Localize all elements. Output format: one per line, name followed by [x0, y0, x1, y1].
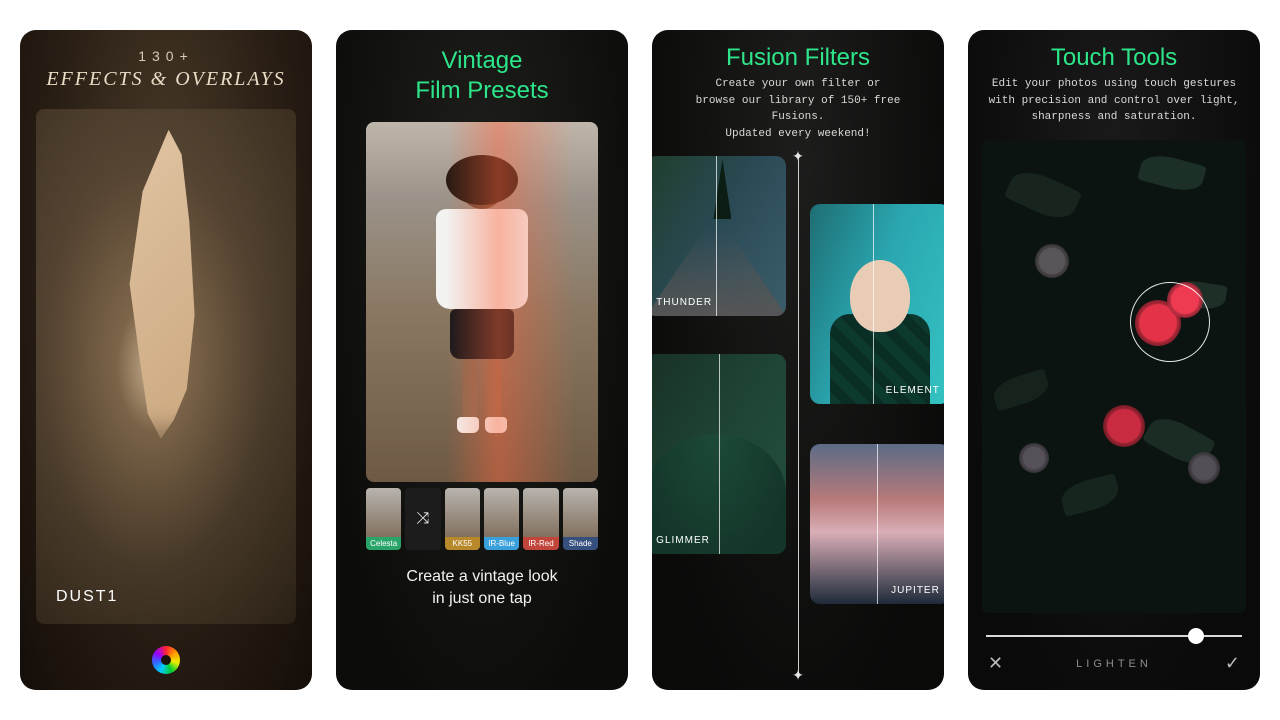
fusion-label: ELEMENT	[886, 385, 940, 396]
panel4-title: Touch Tools	[968, 30, 1260, 76]
preset-label: IR-Blue	[484, 537, 519, 550]
preset-thumbnail[interactable]: KK55	[445, 488, 480, 550]
fusion-card-element[interactable]: ELEMENT	[810, 204, 944, 404]
shuffle-button[interactable]: ⤨	[405, 488, 440, 550]
fusion-card-thunder[interactable]: THUNDER	[652, 156, 786, 316]
leaf-illustration	[1058, 473, 1122, 517]
preset-label: KK55	[445, 537, 480, 550]
shuffle-icon: ⤨	[417, 510, 430, 528]
flower-illustration	[1188, 452, 1220, 484]
preset-thumbnail-row: Celesta ⤨ KK55 IR-Blue IR-Red Shade	[366, 488, 598, 550]
panel1-header: 130+ EFFECTS & OVERLAYS	[20, 30, 312, 101]
preset-thumbnail[interactable]: IR-Blue	[484, 488, 519, 550]
app-logo-wrap	[20, 634, 312, 690]
color-wheel-icon	[152, 646, 180, 674]
sparkle-icon: ✦	[792, 667, 804, 684]
fusion-label: THUNDER	[656, 297, 712, 308]
panel3-title: Fusion Filters	[652, 30, 944, 76]
preset-thumbnail[interactable]: IR-Red	[523, 488, 558, 550]
flower-illustration	[1103, 405, 1145, 447]
panel2-title: VintageFilm Presets	[336, 30, 628, 118]
fusion-card-glimmer[interactable]: GLIMMER	[652, 354, 786, 554]
panel4-subtitle: Edit your photos using touch gestureswit…	[968, 76, 1260, 136]
light-leak-overlay	[447, 122, 575, 482]
effect-name-label: DUST1	[56, 588, 118, 606]
touch-preview-photo[interactable]	[982, 140, 1246, 614]
effects-overlays-panel: 130+ EFFECTS & OVERLAYS DUST1	[20, 30, 312, 690]
preset-thumbnail[interactable]: Celesta	[366, 488, 401, 550]
sparkle-icon: ✦	[792, 148, 804, 165]
leaf-illustration	[1004, 164, 1083, 226]
touch-tools-panel: Touch Tools Edit your photos using touch…	[968, 30, 1260, 690]
panel1-title: EFFECTS & OVERLAYS	[28, 68, 304, 91]
adjustment-slider[interactable]	[986, 635, 1242, 637]
preset-thumbnail[interactable]: Shade	[563, 488, 598, 550]
tool-mode-label: LIGHTEN	[1076, 658, 1152, 670]
touch-controls: ✕ LIGHTEN ✓	[968, 623, 1260, 690]
preset-preview-photo[interactable]	[366, 122, 598, 482]
preset-label: Celesta	[366, 537, 401, 550]
effect-preview-image[interactable]: DUST1	[36, 109, 296, 624]
selection-ring-icon[interactable]	[1130, 282, 1210, 362]
fusion-card-jupiter[interactable]: JUPITER	[810, 444, 944, 604]
fusion-filters-panel: Fusion Filters Create your own filter or…	[652, 30, 944, 690]
hand-illustration	[104, 130, 234, 439]
panel3-subtitle: Create your own filter orbrowse our libr…	[652, 76, 944, 150]
fusion-label: JUPITER	[891, 585, 940, 596]
flower-illustration	[1019, 443, 1049, 473]
cancel-button[interactable]: ✕	[988, 653, 1003, 674]
slider-knob[interactable]	[1188, 628, 1204, 644]
flower-illustration	[1035, 244, 1069, 278]
preset-label: Shade	[563, 537, 598, 550]
leaf-illustration	[1138, 151, 1208, 197]
effects-count: 130+	[28, 48, 304, 64]
preset-label: IR-Red	[523, 537, 558, 550]
leaf-illustration	[990, 369, 1052, 412]
fusion-label: GLIMMER	[656, 535, 710, 546]
panel2-caption: Create a vintage lookin just one tap	[336, 550, 628, 627]
confirm-button[interactable]: ✓	[1225, 653, 1240, 674]
vertical-divider	[798, 154, 799, 678]
vintage-presets-panel: VintageFilm Presets Celesta ⤨ KK55 IR-Blue I…	[336, 30, 628, 690]
fusion-grid: ✦ ✦ THUNDER ELEMENT GLIMMER JUPITER	[652, 154, 944, 678]
